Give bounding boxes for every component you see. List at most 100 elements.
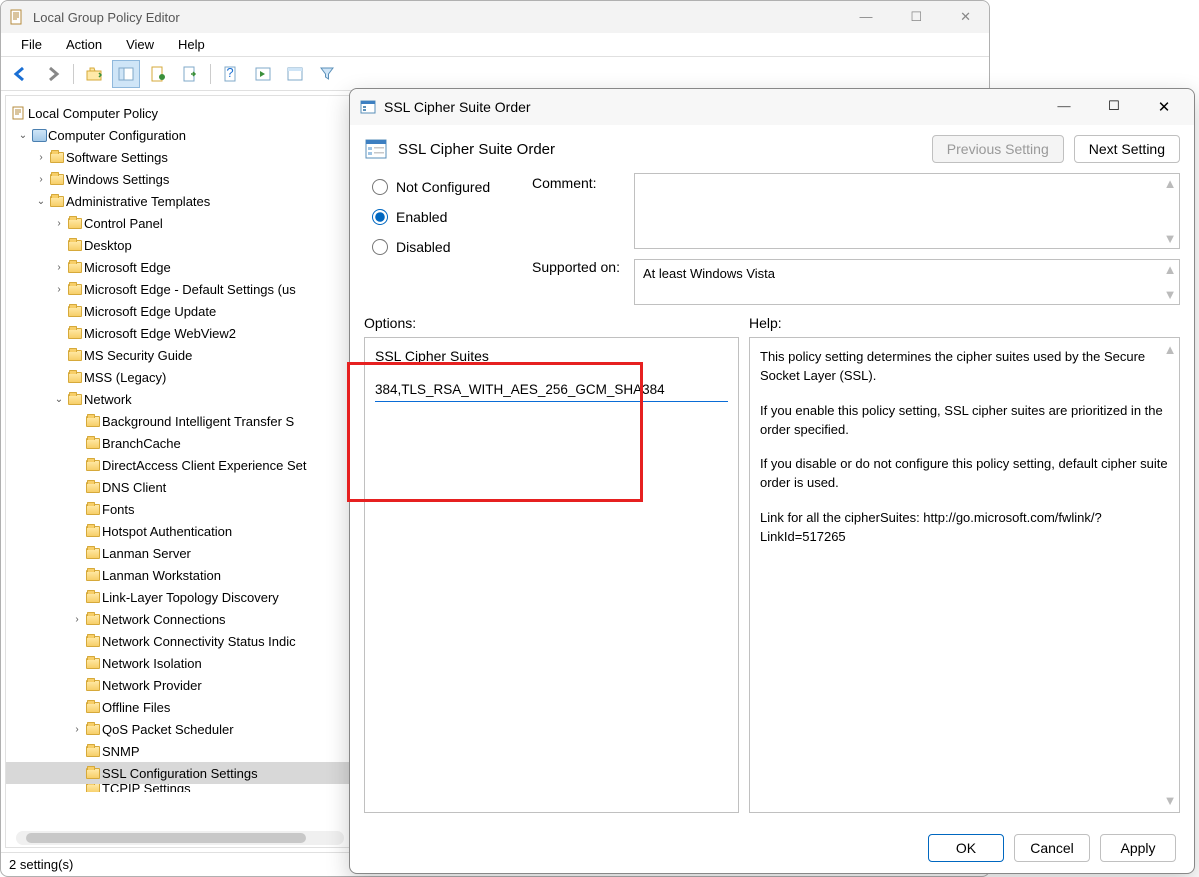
tree-computer-config[interactable]: ⌄Computer Configuration xyxy=(6,124,354,146)
tree-lanman-workstation[interactable]: Lanman Workstation xyxy=(6,564,354,586)
menu-action[interactable]: Action xyxy=(54,35,114,54)
tree-ms-edge-default[interactable]: ›Microsoft Edge - Default Settings (us xyxy=(6,278,354,300)
radio-enabled[interactable] xyxy=(372,209,388,225)
folder-icon xyxy=(66,281,84,297)
maximize-button[interactable]: ☐ xyxy=(900,7,932,27)
tree-admin-templates[interactable]: ⌄Administrative Templates xyxy=(6,190,354,212)
dialog-minimize-button[interactable]: — xyxy=(1044,98,1084,117)
supported-scrollbar[interactable]: ▲▼ xyxy=(1163,262,1177,302)
tree-control-panel[interactable]: ›Control Panel xyxy=(6,212,354,234)
comment-scrollbar[interactable]: ▲▼ xyxy=(1163,176,1177,246)
cancel-button[interactable]: Cancel xyxy=(1014,834,1090,862)
tree-ms-edge[interactable]: ›Microsoft Edge xyxy=(6,256,354,278)
tree-net-isolation[interactable]: Network Isolation xyxy=(6,652,354,674)
main-titlebar[interactable]: Local Group Policy Editor — ☐ ✕ xyxy=(1,1,989,33)
comment-textarea[interactable]: ▲▼ xyxy=(634,173,1180,249)
expand-icon[interactable]: › xyxy=(52,284,66,295)
main-title: Local Group Policy Editor xyxy=(33,10,849,25)
tree-windows-settings[interactable]: ›Windows Settings xyxy=(6,168,354,190)
tree-bits[interactable]: Background Intelligent Transfer S xyxy=(6,410,354,432)
scroll-down-icon[interactable]: ▼ xyxy=(1164,231,1177,246)
expand-icon[interactable]: › xyxy=(70,614,84,625)
tree-offline-files[interactable]: Offline Files xyxy=(6,696,354,718)
icon-button-9[interactable] xyxy=(281,60,309,88)
help-paragraph: Link for all the cipherSuites: http://go… xyxy=(760,509,1169,547)
tree-ssl-config[interactable]: SSL Configuration Settings xyxy=(6,762,354,784)
tree-net-conn-status[interactable]: Network Connectivity Status Indic xyxy=(6,630,354,652)
tree-snmp[interactable]: SNMP xyxy=(6,740,354,762)
tree-net-conn[interactable]: ›Network Connections xyxy=(6,608,354,630)
computer-icon xyxy=(30,127,48,143)
tree-tcpip[interactable]: TCPIP Settings xyxy=(6,784,354,792)
expand-icon[interactable]: › xyxy=(70,724,84,735)
filter-button[interactable] xyxy=(313,60,341,88)
help-button[interactable]: ? xyxy=(217,60,245,88)
dialog-icon xyxy=(360,99,376,115)
scroll-up-icon[interactable]: ▲ xyxy=(1164,342,1177,357)
tree-lanman-server[interactable]: Lanman Server xyxy=(6,542,354,564)
tree-ms-edge-webview2[interactable]: Microsoft Edge WebView2 xyxy=(6,322,354,344)
minimize-button[interactable]: — xyxy=(849,7,882,27)
ok-button[interactable]: OK xyxy=(928,834,1004,862)
folder-icon xyxy=(66,369,84,385)
collapse-icon[interactable]: ⌄ xyxy=(16,130,30,141)
tree-directaccess[interactable]: DirectAccess Client Experience Set xyxy=(6,454,354,476)
show-hide-tree-button[interactable] xyxy=(112,60,140,88)
menu-file[interactable]: File xyxy=(9,35,54,54)
dialog-titlebar[interactable]: SSL Cipher Suite Order — ☐ ✕ xyxy=(350,89,1194,125)
back-button[interactable] xyxy=(7,60,35,88)
forward-button[interactable] xyxy=(39,60,67,88)
tree-net-provider[interactable]: Network Provider xyxy=(6,674,354,696)
collapse-icon[interactable]: ⌄ xyxy=(52,394,66,405)
radio-not-configured[interactable] xyxy=(372,179,388,195)
tree-horizontal-scrollbar[interactable] xyxy=(16,831,344,845)
scroll-up-icon[interactable]: ▲ xyxy=(1164,176,1177,191)
export-button[interactable] xyxy=(176,60,204,88)
radio-disabled[interactable] xyxy=(372,239,388,255)
comment-label: Comment: xyxy=(532,173,624,249)
icon-button-8[interactable] xyxy=(249,60,277,88)
tree-mss-legacy[interactable]: MSS (Legacy) xyxy=(6,366,354,388)
scroll-down-icon[interactable]: ▼ xyxy=(1164,287,1177,302)
scroll-up-icon[interactable]: ▲ xyxy=(1164,262,1177,277)
tree-qos[interactable]: ›QoS Packet Scheduler xyxy=(6,718,354,740)
tree-fonts[interactable]: Fonts xyxy=(6,498,354,520)
tree-root[interactable]: Local Computer Policy xyxy=(6,102,354,124)
folder-icon xyxy=(66,237,84,253)
tree-ms-edge-update[interactable]: Microsoft Edge Update xyxy=(6,300,354,322)
folder-icon xyxy=(66,215,84,231)
help-scrollbar[interactable]: ▲▼ xyxy=(1163,342,1177,808)
scroll-down-icon[interactable]: ▼ xyxy=(1164,793,1177,808)
tree-dns-client[interactable]: DNS Client xyxy=(6,476,354,498)
close-button[interactable]: ✕ xyxy=(950,7,981,27)
tree-desktop[interactable]: Desktop xyxy=(6,234,354,256)
dialog-footer: OK Cancel Apply xyxy=(350,823,1194,873)
scrollbar-thumb[interactable] xyxy=(26,833,306,843)
folder-icon xyxy=(84,435,102,451)
supported-on-box: At least Windows Vista ▲▼ xyxy=(634,259,1180,305)
apply-button[interactable]: Apply xyxy=(1100,834,1176,862)
ssl-cipher-suites-input[interactable] xyxy=(375,378,728,402)
icon-button-5[interactable] xyxy=(144,60,172,88)
menu-view[interactable]: View xyxy=(114,35,166,54)
tree-network[interactable]: ⌄Network xyxy=(6,388,354,410)
policy-tree[interactable]: Local Computer Policy ⌄Computer Configur… xyxy=(5,95,355,848)
folder-icon xyxy=(84,479,102,495)
tree-software-settings[interactable]: ›Software Settings xyxy=(6,146,354,168)
menu-help[interactable]: Help xyxy=(166,35,217,54)
expand-icon[interactable]: › xyxy=(34,174,48,185)
folder-icon xyxy=(84,784,102,792)
next-setting-button[interactable]: Next Setting xyxy=(1074,135,1180,163)
tree-lltd[interactable]: Link-Layer Topology Discovery xyxy=(6,586,354,608)
up-button[interactable] xyxy=(80,60,108,88)
expand-icon[interactable]: › xyxy=(52,262,66,273)
collapse-icon[interactable]: ⌄ xyxy=(34,196,48,207)
dialog-maximize-button[interactable]: ☐ xyxy=(1094,98,1134,117)
tree-branchcache[interactable]: BranchCache xyxy=(6,432,354,454)
tree-ms-security-guide[interactable]: MS Security Guide xyxy=(6,344,354,366)
tree-hotspot[interactable]: Hotspot Authentication xyxy=(6,520,354,542)
dialog-close-button[interactable]: ✕ xyxy=(1144,98,1184,117)
previous-setting-button[interactable]: Previous Setting xyxy=(932,135,1064,163)
expand-icon[interactable]: › xyxy=(34,152,48,163)
expand-icon[interactable]: › xyxy=(52,218,66,229)
